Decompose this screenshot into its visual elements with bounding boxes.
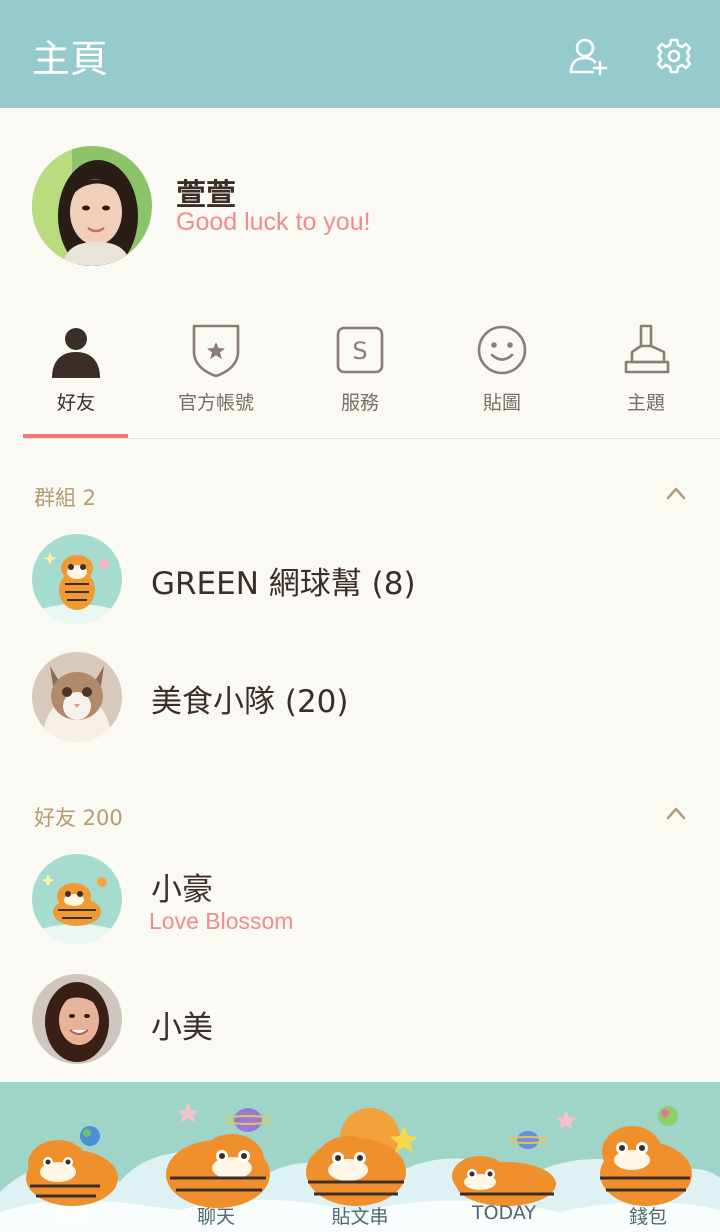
nav-wallet[interactable]: 錢包 <box>576 1082 720 1232</box>
nav-timeline[interactable]: 貼文串 <box>288 1082 432 1232</box>
nav-label: 主頁 <box>52 1206 91 1228</box>
home-tabs: 好友 官方帳號 S 服務 貼圖 主題 <box>0 318 720 438</box>
list-item-group[interactable]: 美食小隊 (20) <box>0 644 720 748</box>
nav-home[interactable]: 主頁 <box>0 1082 144 1232</box>
add-person-icon <box>569 38 608 76</box>
tab-label: 主題 <box>626 392 665 414</box>
chevron-up-icon[interactable] <box>666 806 686 820</box>
tab-services[interactable]: S 服務 <box>288 318 432 438</box>
divider <box>24 438 720 439</box>
avatar <box>32 854 122 944</box>
service-s-icon: S <box>336 326 384 374</box>
tab-label: 官方帳號 <box>177 392 254 414</box>
shield-star-icon <box>192 324 240 378</box>
list-item-group[interactable]: GREEN 網球幫 (8) <box>0 526 720 630</box>
nav-label: TODAY <box>472 1202 536 1224</box>
groups-section-header[interactable]: 群組 2 <box>34 482 96 512</box>
friend-name: 小豪 <box>151 872 213 908</box>
group-name: GREEN 網球幫 (8) <box>151 566 416 602</box>
person-icon <box>52 328 100 378</box>
avatar <box>32 974 122 1064</box>
gear-icon <box>656 38 692 74</box>
tab-stickers[interactable]: 貼圖 <box>430 318 574 438</box>
nav-today[interactable]: TODAY <box>432 1082 576 1232</box>
nav-label: 貼文串 <box>331 1206 389 1228</box>
svg-text:S: S <box>352 337 367 365</box>
brush-icon <box>624 324 670 374</box>
avatar <box>32 534 122 624</box>
tab-themes[interactable]: 主題 <box>574 318 718 438</box>
avatar[interactable] <box>32 146 152 266</box>
tab-friends[interactable]: 好友 <box>4 318 148 438</box>
chevron-up-icon[interactable] <box>666 486 686 500</box>
list-item-friend[interactable]: 小豪 Love Blossom <box>0 846 720 950</box>
tab-official-accounts[interactable]: 官方帳號 <box>144 318 288 438</box>
friends-section-header[interactable]: 好友 200 <box>34 802 123 832</box>
top-bar: 主頁 <box>0 0 720 108</box>
list-item-friend[interactable]: 小美 <box>0 966 720 1070</box>
tab-label: 貼圖 <box>482 392 521 414</box>
profile-status-message: Good luck to you! <box>176 208 371 236</box>
tab-label: 服務 <box>340 392 379 414</box>
add-friend-button[interactable] <box>566 34 610 78</box>
my-profile[interactable]: 萱萱 Good luck to you! <box>0 108 720 298</box>
friend-name: 小美 <box>151 1010 213 1046</box>
smiley-icon <box>477 325 527 375</box>
settings-button[interactable] <box>652 34 696 78</box>
nav-label: 錢包 <box>628 1206 667 1228</box>
nav-label: 聊天 <box>196 1206 235 1228</box>
bottom-navigation: 主頁 聊天 貼文串 TODAY 錢包 <box>0 1082 720 1232</box>
nav-chats[interactable]: 聊天 <box>144 1082 288 1232</box>
friend-status-message: Love Blossom <box>149 908 294 934</box>
page-title: 主頁 <box>32 37 109 81</box>
tab-label: 好友 <box>56 392 95 414</box>
group-name: 美食小隊 (20) <box>151 684 349 720</box>
avatar <box>32 652 122 742</box>
